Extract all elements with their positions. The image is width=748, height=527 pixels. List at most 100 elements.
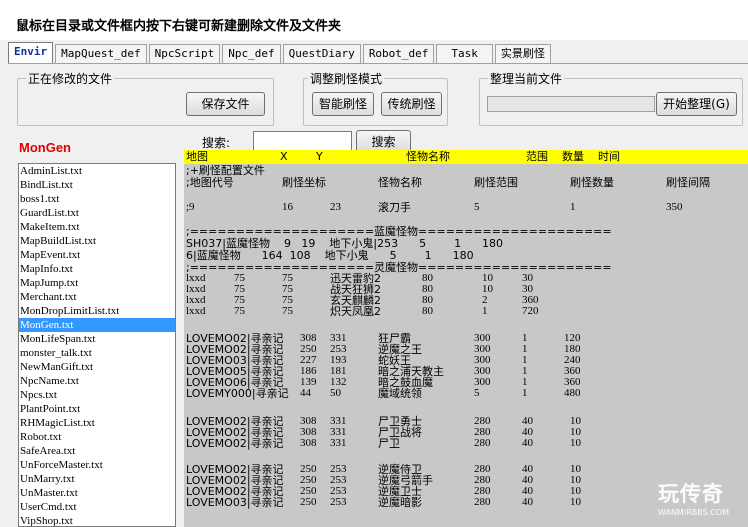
spawn-mode-group: 调整刷怪模式 智能刷怪 传统刷怪 — [303, 70, 448, 126]
file-list-item[interactable]: NpcName.txt — [19, 374, 175, 388]
config-cell: 75 — [234, 305, 245, 317]
file-list-item[interactable]: MakeItem.txt — [19, 220, 175, 234]
file-list-item[interactable]: MapJump.txt — [19, 276, 175, 290]
column-header-bar: 地图 X Y 怪物名称 范围 数量 时间 — [184, 150, 748, 164]
column-header-map: 地图 — [186, 150, 208, 163]
file-list[interactable]: AdminList.txt BindList.txt boss1.txt GuardL… — [18, 163, 176, 527]
header-col: 刷怪坐标 — [282, 176, 326, 189]
tab-robot-def[interactable]: Robot_def — [362, 44, 435, 64]
config-cell: 280 — [474, 496, 491, 508]
config-cell: lxxd — [186, 305, 206, 317]
sample-cell: ;9 — [186, 201, 195, 213]
editing-file-group-label: 正在修改的文件 — [26, 70, 115, 87]
file-list-item[interactable]: MonDropLimitList.txt — [19, 304, 175, 318]
file-list-item[interactable]: UnForceMaster.txt — [19, 458, 175, 472]
save-file-button[interactable]: 保存文件 — [186, 92, 265, 116]
spawn-mode-group-label: 调整刷怪模式 — [308, 70, 385, 87]
config-cell: 40 — [522, 437, 533, 449]
editing-file-group: 正在修改的文件 保存文件 — [17, 70, 274, 126]
file-list-item[interactable]: UnMarry.txt — [19, 472, 175, 486]
config-cell: 10 — [570, 437, 581, 449]
file-content-editor[interactable]: 地图 X Y 怪物名称 范围 数量 时间 ;+刷怪配置文件 ;地图代号 刷怪坐标… — [184, 150, 748, 527]
search-label: 搜索: — [202, 136, 231, 150]
separator-line: ;====================灵魔怪物===============… — [186, 261, 612, 274]
file-list-item[interactable]: RHMagicList.txt — [19, 416, 175, 430]
watermark-url: WANMIRBBS.COM — [658, 508, 729, 517]
config-cell: LOVEMO02|寻亲记 — [186, 437, 284, 450]
tab-envir[interactable]: Envir — [8, 42, 54, 64]
tab-questdiary[interactable]: QuestDiary — [282, 44, 361, 64]
config-cell: 40 — [522, 496, 533, 508]
file-list-item[interactable]: VipShop.txt — [19, 514, 175, 526]
file-list-item[interactable]: NewManGift.txt — [19, 360, 175, 374]
tab-task[interactable]: Task — [436, 44, 493, 64]
config-cell: 308 — [300, 437, 317, 449]
file-list-item[interactable]: SafeArea.txt — [19, 444, 175, 458]
file-list-item[interactable]: GuardList.txt — [19, 206, 175, 220]
file-list-item[interactable]: PlantPoint.txt — [19, 402, 175, 416]
config-cell: LOVEMO03|寻亲记 — [186, 496, 284, 509]
tab-npcscript[interactable]: NpcScript — [148, 44, 221, 64]
column-header-range: 范围 — [526, 150, 548, 163]
file-list-item[interactable]: MonLifeSpan.txt — [19, 332, 175, 346]
file-list-item[interactable]: AdminList.txt — [19, 164, 175, 178]
column-header-time: 时间 — [598, 150, 620, 163]
tab-npc-def[interactable]: Npc_def — [222, 44, 281, 64]
config-cell: 253 — [330, 496, 347, 508]
config-cell: 80 — [422, 305, 433, 317]
file-list-item[interactable]: Merchant.txt — [19, 290, 175, 304]
file-list-item[interactable]: boss1.txt — [19, 192, 175, 206]
smart-spawn-button[interactable]: 智能刷怪 — [312, 92, 374, 116]
config-cell: 250 — [300, 496, 317, 508]
config-cell: 480 — [564, 387, 581, 399]
tidy-file-group-label: 整理当前文件 — [488, 70, 565, 87]
sample-cell: 23 — [330, 201, 341, 213]
column-header-monster: 怪物名称 — [406, 150, 450, 163]
watermark-logo: 玩传奇 — [658, 482, 724, 506]
sample-cell: 350 — [666, 201, 683, 213]
file-list-item[interactable]: MapEvent.txt — [19, 248, 175, 262]
config-line: SH037|蓝魔怪物 9 19 地下小鬼|253 5 1 180 — [186, 237, 504, 250]
file-list-item[interactable]: Npcs.txt — [19, 388, 175, 402]
config-cell: 280 — [474, 437, 491, 449]
window-title: 鼠标在目录或文件框内按下右键可新建删除文件及文件夹 — [16, 19, 342, 34]
config-cell: 炽天凤凰2 — [330, 305, 381, 318]
file-list-item[interactable]: Robot.txt — [19, 430, 175, 444]
file-list-item[interactable]: MonGen.txt — [19, 318, 175, 332]
sample-cell: 1 — [570, 201, 576, 213]
header-col: 怪物名称 — [378, 176, 422, 189]
column-header-y: Y — [316, 150, 323, 163]
separator-line: ;====================蓝魔怪物===============… — [186, 225, 612, 238]
config-cell: 尸卫 — [378, 437, 400, 450]
config-cell: 5 — [474, 387, 480, 399]
file-list-item[interactable]: MapInfo.txt — [19, 262, 175, 276]
header-col: ;地图代号 — [186, 176, 234, 189]
main-window: 鼠标在目录或文件框内按下右键可新建删除文件及文件夹 Envir MapQuest… — [0, 0, 748, 527]
config-line: 6|蓝魔怪物 164 108 地下小鬼 5 1 180 — [186, 249, 474, 262]
file-list-item[interactable]: UnMaster.txt — [19, 486, 175, 500]
config-cell: 10 — [570, 496, 581, 508]
tidy-file-group: 整理当前文件 开始整理(G) — [479, 70, 743, 126]
file-list-item[interactable]: monster_talk.txt — [19, 346, 175, 360]
traditional-spawn-button[interactable]: 传统刷怪 — [381, 92, 442, 116]
sample-cell: 5 — [474, 201, 480, 213]
header-col: 刷怪间隔 — [666, 176, 710, 189]
sample-cell: 16 — [282, 201, 293, 213]
header-col: 刷怪数量 — [570, 176, 614, 189]
config-cell: 75 — [282, 305, 293, 317]
config-cell: 逆魔暗影 — [378, 496, 422, 509]
search-input[interactable] — [253, 131, 352, 152]
header-comment: ;+刷怪配置文件 — [186, 164, 265, 177]
tab-bar: Envir MapQuest_def NpcScript Npc_def Que… — [8, 42, 553, 64]
tab-mapquest-def[interactable]: MapQuest_def — [55, 44, 147, 64]
file-list-item[interactable]: UserCmd.txt — [19, 500, 175, 514]
start-tidy-button[interactable]: 开始整理(G) — [656, 92, 737, 116]
config-cell: 331 — [330, 437, 347, 449]
config-cell: 魔域统领 — [378, 387, 422, 400]
file-list-item[interactable]: BindList.txt — [19, 178, 175, 192]
current-file-label: MonGen — [19, 140, 71, 155]
config-cell: 1 — [482, 305, 488, 317]
file-list-item[interactable]: MapBuildList.txt — [19, 234, 175, 248]
tab-realscene-spawn[interactable]: 实景刷怪 — [494, 44, 551, 64]
sample-cell: 滚刀手 — [378, 201, 411, 214]
